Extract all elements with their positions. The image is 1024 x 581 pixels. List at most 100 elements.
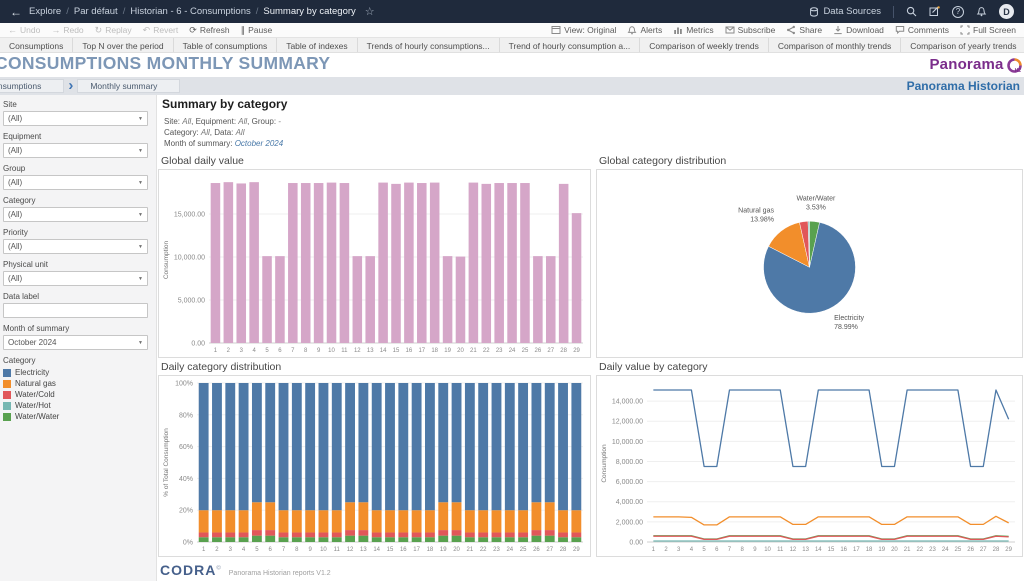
pause-button[interactable]: ∥Pause: [241, 25, 273, 36]
flow-step-consumptions[interactable]: Consumptions: [0, 79, 64, 93]
sheet-title: Summary by category: [162, 97, 287, 111]
svg-text:23: 23: [496, 348, 503, 354]
info-line-2: Category: All, Data: All: [164, 127, 283, 138]
search-button[interactable]: [906, 6, 917, 17]
filter-label: Month of summary: [3, 324, 148, 333]
tab-consumptions[interactable]: Consumptions: [0, 38, 73, 52]
filter-select-equipment[interactable]: (All)▼: [3, 143, 148, 158]
favorite-star-icon[interactable]: ☆: [365, 5, 375, 18]
svg-text:23: 23: [493, 547, 500, 553]
svg-text:1: 1: [202, 547, 206, 553]
bar-chart[interactable]: 0.005,000.0010,000.0015,000.00Consumptio…: [158, 169, 591, 358]
svg-text:21: 21: [904, 547, 911, 553]
legend-item-water-water[interactable]: Water/Water: [3, 412, 148, 421]
legend-label: Water/Cold: [15, 390, 55, 399]
revert-button[interactable]: ↶Revert: [143, 25, 179, 36]
stacked-bar-chart[interactable]: 0%20%40%60%80%100%% of Total Consumption…: [158, 375, 591, 557]
breadcrumb-separator: /: [256, 6, 259, 17]
revert-label: Revert: [153, 25, 178, 35]
comments-button[interactable]: Comments: [895, 25, 949, 35]
user-avatar[interactable]: D: [999, 4, 1014, 19]
legend-item-electricity[interactable]: Electricity: [3, 368, 148, 377]
filter-equipment: Equipment(All)▼: [3, 132, 148, 158]
line-chart[interactable]: 0.002,000.004,000.006,000.008,000.0010,0…: [596, 375, 1023, 557]
breadcrumb-par-d-faut[interactable]: Par défaut: [74, 6, 118, 17]
filter-select-group[interactable]: (All)▼: [3, 175, 148, 190]
legend-title: Category: [3, 356, 148, 365]
svg-text:6: 6: [278, 348, 282, 354]
tab-comparison-of-weekly-trends[interactable]: Comparison of weekly trends: [640, 38, 769, 52]
svg-text:27: 27: [547, 348, 554, 354]
full-screen-label: Full Screen: [973, 25, 1016, 35]
svg-text:4,000.00: 4,000.00: [616, 499, 643, 506]
tab-table-of-consumptions[interactable]: Table of consumptions: [174, 38, 278, 52]
full-screen-button[interactable]: Full Screen: [960, 25, 1016, 35]
svg-text:27: 27: [980, 547, 987, 553]
tab-comparison-of-yearly-trends[interactable]: Comparison of yearly trends: [901, 38, 1024, 52]
tab-table-of-indexes[interactable]: Table of indexes: [277, 38, 357, 52]
subscribe-button[interactable]: Subscribe: [725, 25, 776, 35]
svg-text:2: 2: [215, 547, 219, 553]
svg-text:13.98%: 13.98%: [750, 216, 774, 223]
svg-text:100%: 100%: [175, 381, 193, 388]
help-icon[interactable]: ?: [952, 6, 964, 18]
svg-text:26: 26: [533, 547, 540, 553]
legend-item-water-cold[interactable]: Water/Cold: [3, 390, 148, 399]
svg-text:23: 23: [929, 547, 936, 553]
redo-icon: →: [51, 25, 60, 35]
pie-chart[interactable]: Water/Water3.53%Electricity78.99%Natural…: [596, 169, 1023, 358]
breadcrumb-explore[interactable]: Explore: [29, 6, 61, 17]
alerts-icon: [627, 25, 637, 35]
panel-global-category-distribution: Global category distribution Water/Water…: [596, 155, 1023, 359]
filter-select-physical-unit[interactable]: (All)▼: [3, 271, 148, 286]
view-original-button[interactable]: View: Original: [551, 25, 616, 35]
data-sources-button[interactable]: Data Sources: [809, 6, 881, 17]
filter-select-category[interactable]: (All)▼: [3, 207, 148, 222]
filter-select-priority[interactable]: (All)▼: [3, 239, 148, 254]
breadcrumb: Explore / Par défaut / Historian - 6 - Consu…: [29, 6, 356, 17]
legend-item-water-hot[interactable]: Water/Hot: [3, 401, 148, 410]
metrics-button[interactable]: Metrics: [673, 25, 713, 35]
panel-global-daily-value: Global daily value 0.005,000.0010,000.00…: [158, 155, 591, 359]
svg-text:12: 12: [790, 547, 797, 553]
tab-trend-of-hourly-consumption-a[interactable]: Trend of hourly consumption a...: [500, 38, 641, 52]
filter-label: Group: [3, 164, 148, 173]
share-button[interactable]: Share: [786, 25, 822, 35]
svg-text:11: 11: [341, 348, 348, 354]
toolbar-left-group: ←Undo →Redo ↻Replay ↶Revert ⟳Refresh ∥Pause: [8, 25, 272, 36]
svg-text:25: 25: [520, 547, 527, 553]
svg-text:28: 28: [560, 348, 567, 354]
toolbar-right-group: View: Original Alerts Metrics Subscribe Shar…: [551, 25, 1016, 35]
svg-text:18: 18: [427, 547, 434, 553]
filter-input-data-label[interactable]: [3, 303, 148, 318]
svg-text:14: 14: [380, 348, 387, 354]
svg-text:0%: 0%: [183, 540, 193, 547]
tab-trends-of-hourly-consumptions[interactable]: Trends of hourly consumptions...: [358, 38, 500, 52]
tab-comparison-of-monthly-trends[interactable]: Comparison of monthly trends: [769, 38, 901, 52]
refresh-button[interactable]: ⟳Refresh: [189, 25, 229, 36]
svg-text:2,000.00: 2,000.00: [616, 519, 643, 526]
alerts-button[interactable]: Alerts: [627, 25, 662, 35]
compose-button[interactable]: [929, 6, 940, 17]
download-button[interactable]: Download: [833, 25, 884, 35]
filter-label: Priority: [3, 228, 148, 237]
svg-text:6: 6: [715, 547, 719, 553]
replay-button[interactable]: ↻Replay: [95, 25, 132, 36]
view-original-label: View: Original: [564, 25, 616, 35]
svg-text:17: 17: [853, 547, 860, 553]
svg-text:2: 2: [227, 348, 231, 354]
notifications-button[interactable]: [976, 6, 987, 17]
undo-button[interactable]: ←Undo: [8, 25, 40, 35]
redo-button[interactable]: →Redo: [51, 25, 83, 35]
svg-text:7: 7: [728, 547, 732, 553]
breadcrumb-historian-6-consumptions[interactable]: Historian - 6 - Consumptions: [130, 6, 250, 17]
legend-item-natural-gas[interactable]: Natural gas: [3, 379, 148, 388]
back-icon[interactable]: ←: [10, 5, 22, 19]
filter-select-site[interactable]: (All)▼: [3, 111, 148, 126]
breadcrumb-summary-by-category[interactable]: Summary by category: [263, 6, 355, 17]
flow-step-monthly-summary[interactable]: Monthly summary: [77, 79, 180, 93]
filter-select-month-of-summary[interactable]: October 2024▼: [3, 335, 148, 350]
breadcrumb-separator: /: [66, 6, 69, 17]
svg-text:10: 10: [320, 547, 327, 553]
tab-top-n-over-the-period[interactable]: Top N over the period: [73, 38, 173, 52]
